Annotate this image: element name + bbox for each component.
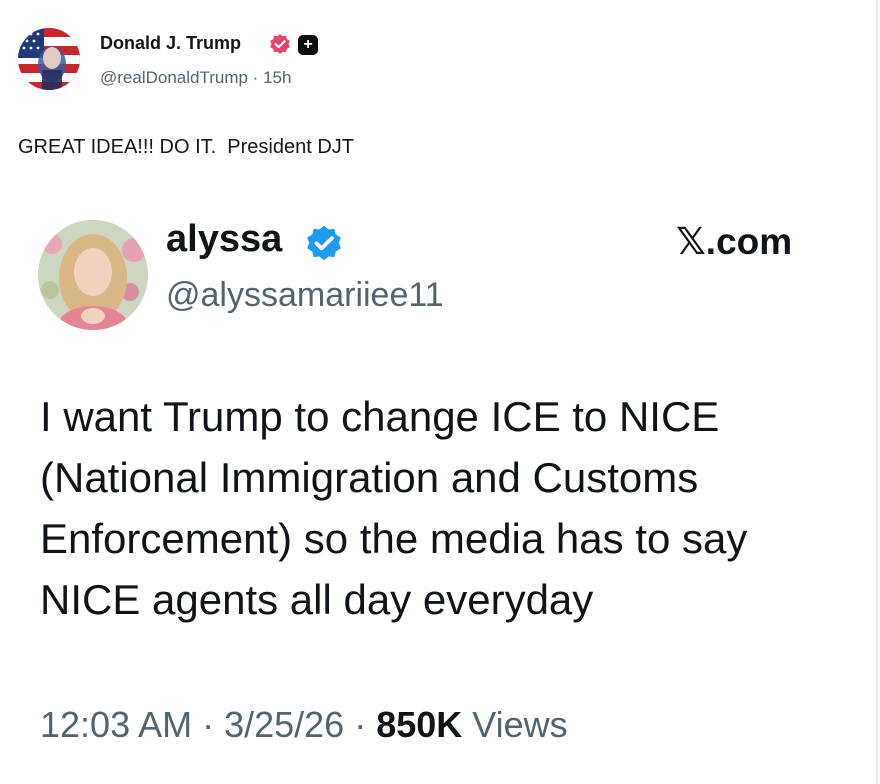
post-text: GREAT IDEA!!! DO IT. President DJT	[18, 136, 355, 158]
views-count: 850K	[376, 704, 463, 745]
page-edge-divider	[876, 0, 878, 784]
embedded-author-handle[interactable]: @alyssamariiee11	[166, 276, 444, 315]
embedded-post-body-line: NICE agents all day everyday	[40, 576, 594, 623]
embedded-post[interactable]: alyssa @alyssamariiee11 𝕏.com I want Tru…	[0, 190, 876, 784]
embedded-author-avatar[interactable]	[38, 220, 148, 330]
verified-badge-icon	[307, 225, 341, 261]
verified-badge-icon	[270, 34, 290, 54]
author-handle-and-time[interactable]: @realDonaldTrump · 15h	[100, 68, 291, 88]
author-display-name[interactable]: Donald J. Trump	[100, 33, 241, 54]
embedded-post-body: I want Trump to change ICE to NICE (Nati…	[40, 386, 860, 630]
plus-badge-icon: +	[298, 35, 318, 55]
views-label: Views	[462, 704, 568, 745]
embedded-post-footer: 12:03 AM · 3/25/26 · 850K Views	[40, 704, 568, 746]
flag-portrait-avatar-icon	[18, 28, 80, 90]
embedded-post-body-line: I want Trump to change ICE to NICE	[40, 393, 720, 440]
portrait-avatar-icon	[38, 220, 148, 330]
embedded-post-body-line: (National Immigration and Customs	[40, 454, 699, 501]
embedded-author-display-name[interactable]: alyssa	[166, 218, 282, 261]
timestamp[interactable]: 12:03 AM · 3/25/26 ·	[40, 704, 376, 745]
post-header: Donald J. Trump + @realDonaldTrump · 15h	[18, 24, 618, 96]
author-avatar[interactable]	[18, 28, 80, 90]
embedded-post-body-line: Enforcement) so the media has to say	[40, 515, 748, 562]
x-logo-link[interactable]: 𝕏.com	[676, 220, 792, 263]
